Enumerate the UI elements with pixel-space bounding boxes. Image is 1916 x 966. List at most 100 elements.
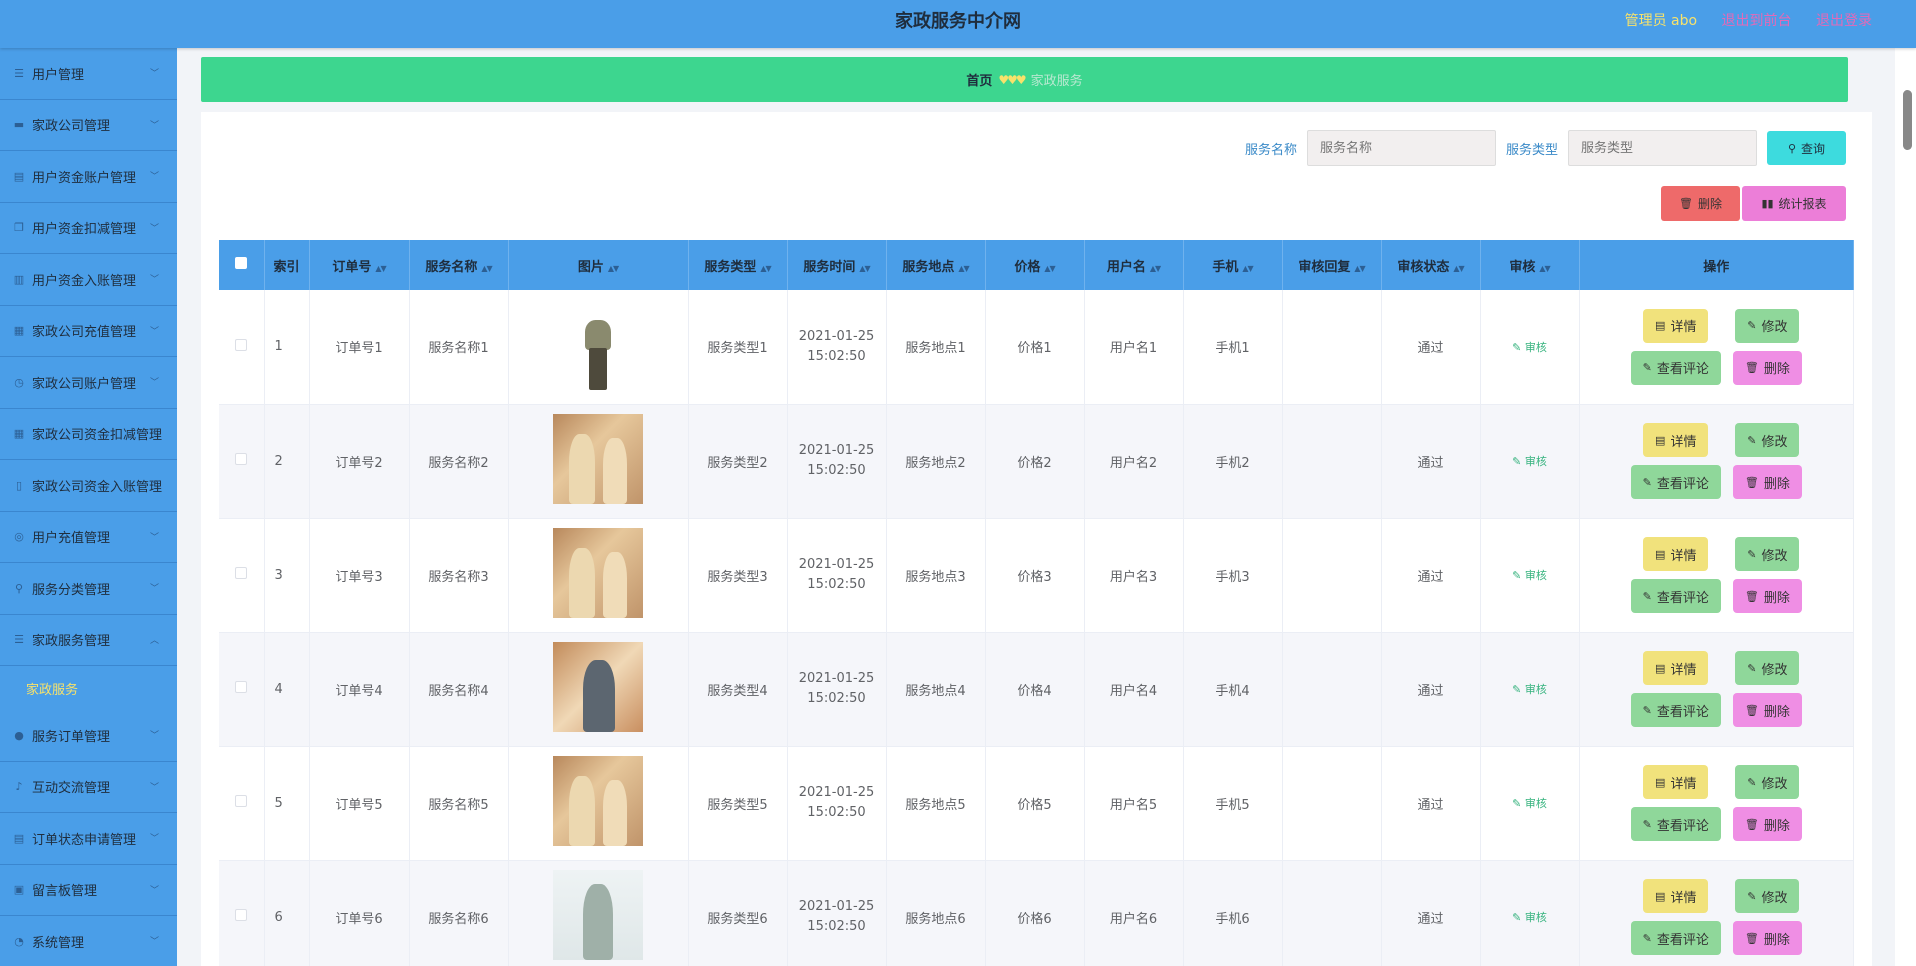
- sidebar-item-order-status[interactable]: ▤ 订单状态申请管理 ﹀: [0, 813, 177, 865]
- sidebar-item-category[interactable]: ⚲ 服务分类管理 ﹀: [0, 563, 177, 615]
- edit-button[interactable]: ✎ 修改: [1735, 537, 1800, 571]
- audit-link[interactable]: ✎ 审核: [1512, 797, 1547, 810]
- col-header-phone[interactable]: 手机 ▲▼: [1183, 240, 1283, 290]
- sidebar-item-company[interactable]: ▬ 家政公司管理 ﹀: [0, 100, 177, 151]
- row-checkbox[interactable]: [235, 681, 248, 693]
- delete-button[interactable]: 🗑 删除: [1732, 350, 1802, 385]
- edit-button[interactable]: ✎ 修改: [1735, 308, 1800, 343]
- cell-ops: ▤ 详情 ✎ 修改 ✎ 查看评论 🗑 删除: [1579, 518, 1854, 633]
- service-photo[interactable]: [553, 528, 643, 618]
- col-header-reply[interactable]: 审核回复 ▲▼: [1282, 240, 1382, 290]
- row-checkbox[interactable]: [235, 567, 248, 579]
- sidebar-item-order[interactable]: ● 服务订单管理 ﹀: [0, 710, 177, 762]
- edit-button[interactable]: ✎ 修改: [1735, 765, 1800, 799]
- service-photo[interactable]: [553, 642, 643, 732]
- sidebar-item-company-account[interactable]: ◷ 家政公司账户管理 ﹀: [0, 357, 177, 409]
- sort-icon[interactable]: ▲▼: [1044, 264, 1055, 273]
- sidebar-item-message[interactable]: ▣ 留言板管理 ﹀: [0, 865, 177, 916]
- view-comments-button[interactable]: ✎ 查看评论: [1630, 465, 1721, 499]
- audit-link[interactable]: ✎ 审核: [1512, 911, 1547, 924]
- vertical-scrollbar[interactable]: [1903, 90, 1912, 150]
- detail-button[interactable]: ▤ 详情: [1643, 765, 1709, 799]
- audit-link[interactable]: ✎ 审核: [1512, 455, 1547, 468]
- chevron-down-icon: ﹀: [149, 584, 159, 594]
- row-checkbox[interactable]: [235, 338, 248, 351]
- detail-button[interactable]: ▤ 详情: [1643, 651, 1709, 685]
- audit-link[interactable]: ✎ 审核: [1512, 341, 1547, 354]
- col-header-price[interactable]: 价格 ▲▼: [985, 240, 1085, 290]
- sidebar-subitem-service[interactable]: 家政服务: [0, 666, 177, 710]
- col-header-user[interactable]: 用户名 ▲▼: [1084, 240, 1184, 290]
- col-header-type[interactable]: 服务类型 ▲▼: [688, 240, 788, 290]
- sort-icon[interactable]: ▲▼: [1150, 264, 1161, 273]
- delete-button[interactable]: 🗑 删除: [1732, 465, 1802, 499]
- logout-link[interactable]: 退出登录: [1816, 13, 1872, 29]
- select-all-cell[interactable]: [219, 240, 265, 290]
- sidebar-item-company-income[interactable]: ▯ 家政公司资金入账管理 ﹀: [0, 460, 177, 512]
- sidebar-item-user-account[interactable]: ▤ 用户资金账户管理 ﹀: [0, 151, 177, 203]
- view-comments-button[interactable]: ✎ 查看评论: [1630, 350, 1721, 385]
- service-type-label: 服务类型: [1505, 142, 1558, 158]
- col-header-audit[interactable]: 审核 ▲▼: [1480, 240, 1580, 290]
- sort-icon[interactable]: ▲▼: [608, 264, 619, 273]
- to-front-link[interactable]: 退出到前台: [1722, 13, 1792, 29]
- service-photo[interactable]: [553, 870, 643, 960]
- service-name-input[interactable]: [1306, 130, 1496, 166]
- service-photo[interactable]: [553, 414, 643, 504]
- sidebar-item-user-recharge[interactable]: ◎ 用户充值管理 ﹀: [0, 512, 177, 563]
- col-header-name[interactable]: 服务名称 ▲▼: [409, 240, 509, 290]
- delete-button[interactable]: 🗑 删除: [1732, 921, 1802, 955]
- col-header-index: 索引: [264, 240, 310, 290]
- sort-icon[interactable]: ▲▼: [375, 264, 386, 273]
- col-header-place[interactable]: 服务地点 ▲▼: [886, 240, 986, 290]
- view-comments-button[interactable]: ✎ 查看评论: [1630, 693, 1721, 727]
- sort-icon[interactable]: ▲▼: [1539, 264, 1550, 273]
- detail-button[interactable]: ▤ 详情: [1643, 879, 1709, 913]
- service-photo[interactable]: [553, 756, 643, 846]
- sort-icon[interactable]: ▲▼: [1242, 264, 1253, 273]
- row-checkbox[interactable]: [235, 909, 248, 921]
- view-comments-button[interactable]: ✎ 查看评论: [1630, 807, 1721, 841]
- delete-button[interactable]: 🗑 删除: [1732, 693, 1802, 727]
- cell-name: 服务名称1: [409, 290, 509, 405]
- audit-link[interactable]: ✎ 审核: [1512, 683, 1547, 696]
- query-button[interactable]: ⚲ 查询: [1767, 131, 1846, 165]
- sidebar-item-user-deduct[interactable]: ❐ 用户资金扣减管理 ﹀: [0, 203, 177, 254]
- service-photo[interactable]: [553, 299, 643, 390]
- col-header-image[interactable]: 图片 ▲▼: [508, 240, 689, 290]
- sidebar-item-service[interactable]: ☰ 家政服务管理 ︿: [0, 615, 177, 666]
- view-comments-button[interactable]: ✎ 查看评论: [1630, 921, 1721, 955]
- edit-button[interactable]: ✎ 修改: [1735, 423, 1800, 457]
- col-header-time[interactable]: 服务时间 ▲▼: [787, 240, 887, 290]
- row-checkbox[interactable]: [235, 795, 248, 807]
- sidebar-item-user[interactable]: ☰ 用户管理 ﹀: [0, 48, 177, 100]
- detail-button[interactable]: ▤ 详情: [1643, 537, 1709, 571]
- detail-button[interactable]: ▤ 详情: [1643, 423, 1709, 457]
- sort-icon[interactable]: ▲▼: [481, 264, 492, 273]
- sidebar-item-system[interactable]: ◔ 系统管理 ﹀: [0, 916, 177, 966]
- col-header-order[interactable]: 订单号 ▲▼: [309, 240, 410, 290]
- edit-button[interactable]: ✎ 修改: [1735, 879, 1800, 913]
- detail-button[interactable]: ▤ 详情: [1643, 308, 1709, 343]
- sort-icon[interactable]: ▲▼: [859, 264, 870, 273]
- statistics-button[interactable]: ▮▮ 统计报表: [1742, 186, 1846, 221]
- service-type-input[interactable]: [1568, 130, 1757, 166]
- view-comments-button[interactable]: ✎ 查看评论: [1630, 579, 1721, 613]
- sort-icon[interactable]: ▲▼: [760, 264, 771, 273]
- sort-icon[interactable]: ▲▼: [958, 264, 969, 273]
- batch-delete-button[interactable]: 🗑 删除: [1661, 186, 1740, 221]
- sidebar-item-company-recharge[interactable]: ▦ 家政公司充值管理 ﹀: [0, 306, 177, 357]
- row-checkbox[interactable]: [235, 453, 248, 465]
- breadcrumb-home[interactable]: 首页: [966, 70, 992, 89]
- audit-link[interactable]: ✎ 审核: [1512, 569, 1547, 582]
- sort-icon[interactable]: ▲▼: [1453, 264, 1464, 273]
- sidebar-item-interaction[interactable]: ♪ 互动交流管理 ﹀: [0, 762, 177, 813]
- delete-button[interactable]: 🗑 删除: [1732, 579, 1802, 613]
- sidebar-item-user-income[interactable]: ▥ 用户资金入账管理 ﹀: [0, 254, 177, 306]
- delete-button[interactable]: 🗑 删除: [1732, 807, 1802, 841]
- sort-icon[interactable]: ▲▼: [1354, 264, 1365, 273]
- col-header-status[interactable]: 审核状态 ▲▼: [1381, 240, 1481, 290]
- sidebar-item-company-deduct[interactable]: ▦ 家政公司资金扣减管理 ﹀: [0, 409, 177, 460]
- edit-button[interactable]: ✎ 修改: [1735, 651, 1800, 685]
- select-all-checkbox[interactable]: [235, 257, 248, 269]
